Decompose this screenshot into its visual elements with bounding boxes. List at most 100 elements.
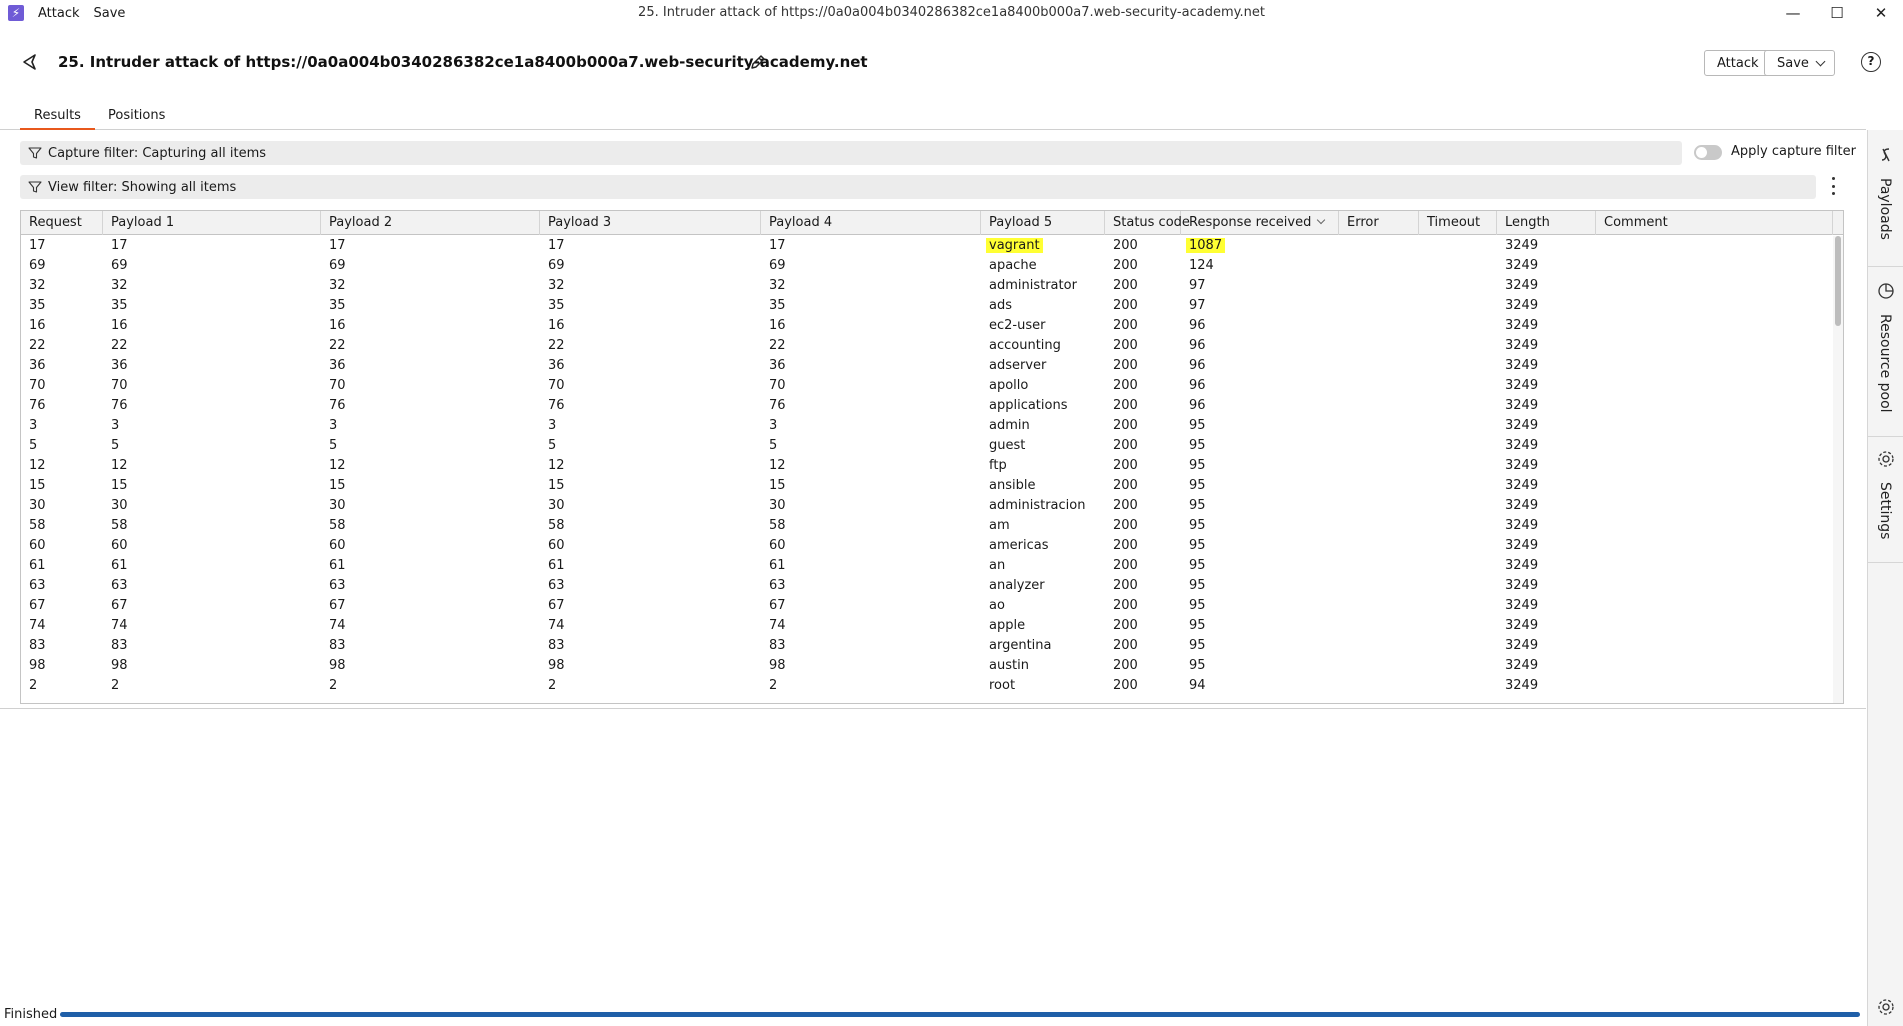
cell-text: 96 (1189, 358, 1206, 373)
column-header-request[interactable]: Request (21, 211, 103, 235)
cell-text: 61 (111, 558, 128, 573)
column-header-label: Length (1505, 215, 1550, 230)
column-header-status-code[interactable]: Status code (1105, 211, 1190, 235)
cell-timeout (1419, 576, 1497, 596)
cell-text: 95 (1189, 538, 1206, 553)
save-dropdown-button[interactable]: Save (1764, 50, 1835, 76)
cell-request: 12 (21, 456, 103, 476)
cell-length: 3249 (1497, 476, 1596, 496)
gear-icon[interactable] (1877, 998, 1895, 1016)
apply-capture-filter-toggle[interactable] (1694, 145, 1722, 160)
table-row[interactable]: 70 70 70 70 70 apollo 200 96 3249 (21, 376, 1833, 396)
cell-text: 61 (769, 558, 786, 573)
table-row[interactable]: 36 36 36 36 36 adserver 200 96 3249 (21, 356, 1833, 376)
table-row[interactable]: 32 32 32 32 32 administrator 200 97 3249 (21, 276, 1833, 296)
more-options-icon[interactable] (1830, 177, 1836, 195)
column-header-payload-2[interactable]: Payload 2 (321, 211, 540, 235)
cell-text: 15 (111, 478, 128, 493)
cell-payload-4: 32 (761, 276, 981, 296)
table-row[interactable]: 17 17 17 17 17 vagrant 200 1087 3249 (21, 236, 1833, 256)
column-header-payload-3[interactable]: Payload 3 (540, 211, 761, 235)
cell-text: 2 (329, 678, 338, 693)
pane-divider[interactable] (0, 708, 1866, 709)
cell-text: 3249 (1505, 678, 1539, 693)
cell-text: 3249 (1505, 358, 1539, 373)
table-row[interactable]: 3 3 3 3 3 admin 200 95 3249 (21, 416, 1833, 436)
cell-text: 74 (111, 618, 128, 633)
table-row[interactable]: 16 16 16 16 16 ec2-user 200 96 3249 (21, 316, 1833, 336)
cell-response-received: 95 (1181, 436, 1339, 456)
cell-text: americas (989, 538, 1049, 553)
edit-icon[interactable] (748, 52, 768, 72)
table-row[interactable]: 83 83 83 83 83 argentina 200 95 3249 (21, 636, 1833, 656)
cell-text: 3249 (1505, 618, 1539, 633)
cell-payload-2: 17 (321, 236, 540, 256)
table-row[interactable]: 61 61 61 61 61 an 200 95 3249 (21, 556, 1833, 576)
vertical-scrollbar[interactable] (1833, 236, 1843, 703)
cell-payload-5: ftp (981, 456, 1105, 476)
sidebar-item-resource-pool[interactable]: Resource pool (1868, 266, 1903, 436)
cell-timeout (1419, 336, 1497, 356)
sidebar-payloads-label: Payloads (1877, 178, 1893, 240)
table-row[interactable]: 76 76 76 76 76 applications 200 96 3249 (21, 396, 1833, 416)
table-row[interactable]: 5 5 5 5 5 guest 200 95 3249 (21, 436, 1833, 456)
table-row[interactable]: 67 67 67 67 67 ao 200 95 3249 (21, 596, 1833, 616)
table-row[interactable]: 74 74 74 74 74 apple 200 95 3249 (21, 616, 1833, 636)
cell-text: 3 (111, 418, 120, 433)
table-row[interactable]: 69 69 69 69 69 apache 200 124 3249 (21, 256, 1833, 276)
cell-payload-4: 22 (761, 336, 981, 356)
column-header-timeout[interactable]: Timeout (1419, 211, 1497, 235)
cell-payload-3: 17 (540, 236, 761, 256)
tab-positions[interactable]: Positions (94, 108, 179, 130)
cell-length: 3249 (1497, 336, 1596, 356)
table-row[interactable]: 58 58 58 58 58 am 200 95 3249 (21, 516, 1833, 536)
table-row[interactable]: 98 98 98 98 98 austin 200 95 3249 (21, 656, 1833, 676)
back-icon[interactable] (20, 52, 40, 72)
cell-text: 17 (29, 238, 46, 253)
table-row[interactable]: 12 12 12 12 12 ftp 200 95 3249 (21, 456, 1833, 476)
cell-response-received: 95 (1181, 476, 1339, 496)
column-header-payload-1[interactable]: Payload 1 (103, 211, 321, 235)
cell-payload-4: 70 (761, 376, 981, 396)
column-header-length[interactable]: Length (1497, 211, 1596, 235)
table-row[interactable]: 2 2 2 2 2 root 200 94 3249 (21, 676, 1833, 696)
cell-text: 3249 (1505, 238, 1539, 253)
column-header-error[interactable]: Error (1339, 211, 1419, 235)
cell-text: 200 (1113, 538, 1138, 553)
column-header-comment[interactable]: Comment (1596, 211, 1833, 235)
table-row[interactable]: 60 60 60 60 60 americas 200 95 3249 (21, 536, 1833, 556)
cell-text: austin (989, 658, 1029, 673)
table-row[interactable]: 63 63 63 63 63 analyzer 200 95 3249 (21, 576, 1833, 596)
cell-length: 3249 (1497, 356, 1596, 376)
column-header-payload-5[interactable]: Payload 5 (981, 211, 1105, 235)
help-icon[interactable]: ? (1861, 52, 1881, 72)
scrollbar-thumb[interactable] (1835, 236, 1841, 326)
cell-timeout (1419, 596, 1497, 616)
view-filter-bar[interactable]: View filter: Showing all items (20, 175, 1816, 199)
cell-text: 12 (329, 458, 346, 473)
table-row[interactable]: 15 15 15 15 15 ansible 200 95 3249 (21, 476, 1833, 496)
column-header-response-received[interactable]: Response received (1181, 211, 1339, 235)
cell-error (1339, 256, 1419, 276)
column-header-payload-4[interactable]: Payload 4 (761, 211, 981, 235)
sidebar-item-settings[interactable]: Settings (1868, 436, 1903, 562)
capture-filter-bar[interactable]: Capture filter: Capturing all items (20, 141, 1682, 165)
cell-text: 3249 (1505, 538, 1539, 553)
table-row[interactable]: 30 30 30 30 30 administracion 200 95 3249 (21, 496, 1833, 516)
minimize-icon[interactable]: — (1771, 0, 1815, 26)
menu-attack[interactable]: Attack (38, 6, 80, 21)
column-header-label: Comment (1604, 215, 1668, 230)
sidebar-item-payloads[interactable]: Payloads (1868, 130, 1903, 266)
close-icon[interactable]: ✕ (1859, 0, 1903, 26)
maximize-icon[interactable]: ☐ (1815, 0, 1859, 26)
cell-text: 2 (111, 678, 120, 693)
menu-save[interactable]: Save (94, 6, 126, 21)
tab-results[interactable]: Results (20, 108, 95, 130)
cell-length: 3249 (1497, 416, 1596, 436)
cell-text: guest (989, 438, 1026, 453)
cell-text: 74 (29, 618, 46, 633)
cell-text: 30 (111, 498, 128, 513)
table-row[interactable]: 22 22 22 22 22 accounting 200 96 3249 (21, 336, 1833, 356)
cell-text: 5 (329, 438, 338, 453)
table-row[interactable]: 35 35 35 35 35 ads 200 97 3249 (21, 296, 1833, 316)
